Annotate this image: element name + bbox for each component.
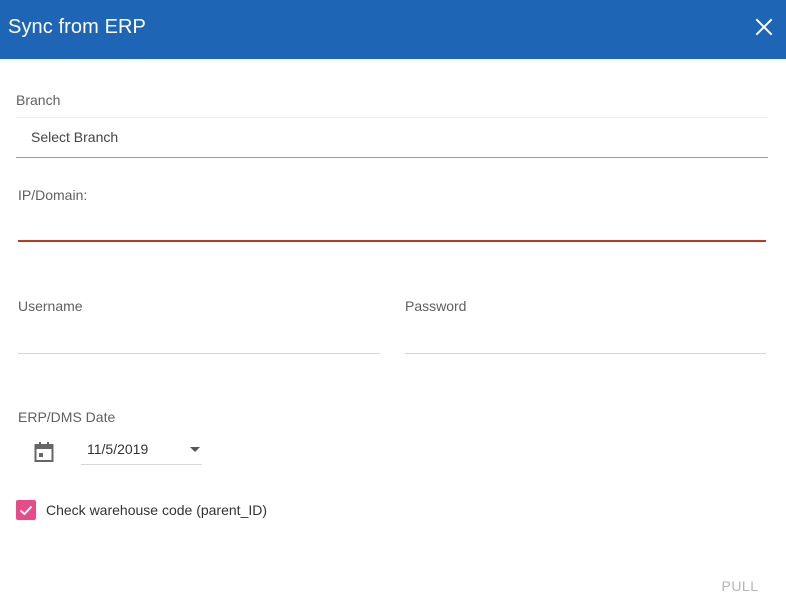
chevron-down-icon (190, 447, 200, 452)
close-icon (755, 18, 773, 36)
close-button[interactable] (754, 17, 774, 37)
ip-domain-input[interactable] (18, 214, 766, 238)
password-input[interactable] (405, 326, 766, 350)
dialog-title: Sync from ERP (8, 16, 146, 38)
calendar-icon[interactable] (33, 441, 55, 463)
checkmark-icon (19, 505, 33, 516)
username-underline (18, 353, 380, 354)
erp-date-value: 11/5/2019 (87, 441, 149, 457)
password-label: Password (405, 298, 467, 314)
ip-domain-underline (18, 240, 766, 242)
check-warehouse-checkbox[interactable] (16, 500, 36, 520)
password-underline (405, 353, 766, 354)
username-input[interactable] (18, 326, 380, 350)
branch-select[interactable]: Select Branch (16, 117, 768, 158)
erp-date-select[interactable]: 11/5/2019 (81, 436, 202, 465)
check-warehouse-label: Check warehouse code (parent_ID) (46, 502, 268, 518)
ip-domain-label: IP/Domain: (18, 187, 88, 203)
dialog-header: Sync from ERP (0, 0, 786, 59)
erp-date-label: ERP/DMS Date (18, 409, 116, 425)
calendar-svg (34, 442, 54, 462)
pull-button[interactable]: PULL (716, 572, 764, 600)
username-label: Username (18, 298, 83, 314)
branch-select-value: Select Branch (31, 129, 119, 145)
branch-label: Branch (16, 92, 61, 108)
